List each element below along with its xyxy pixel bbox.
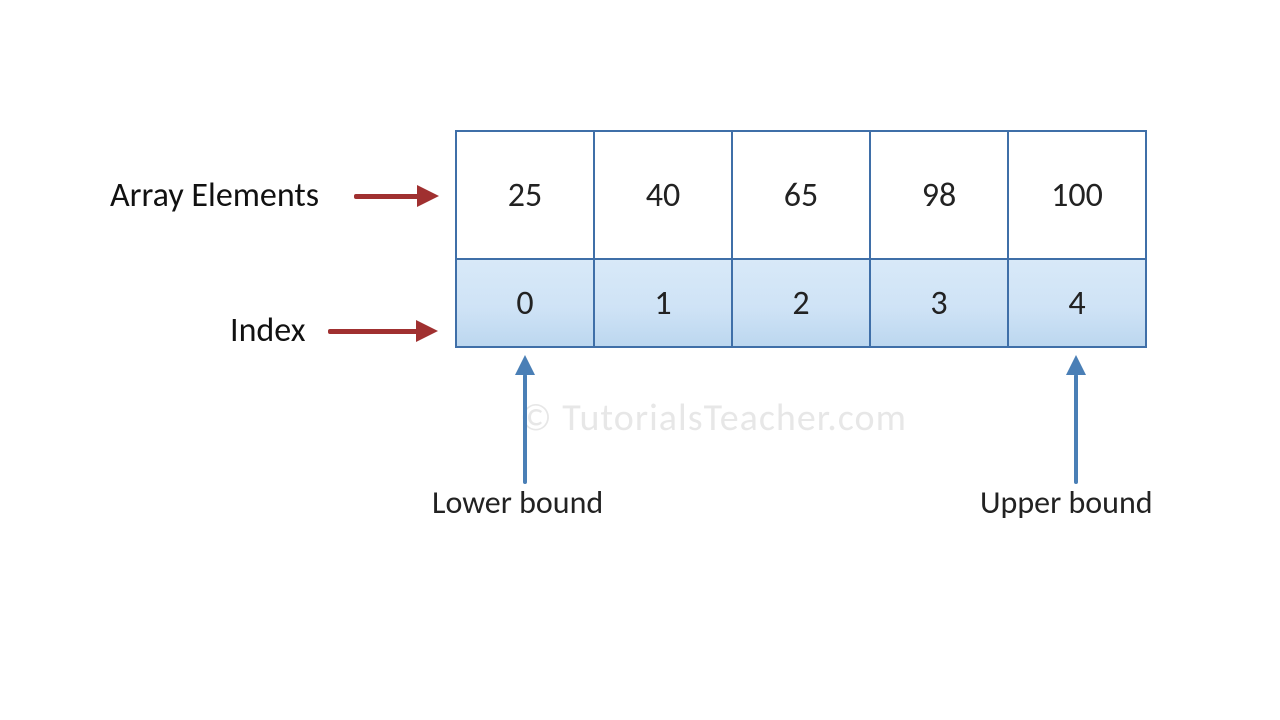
- element-cell: 65: [731, 130, 871, 260]
- index-cell: 3: [869, 258, 1009, 348]
- index-cell: 1: [593, 258, 733, 348]
- array-diagram: Array Elements Index 25 40 65 98 100 0 1…: [0, 0, 1280, 720]
- watermark-text: © TutorialsTeacher.com: [520, 395, 907, 441]
- array-table: 25 40 65 98 100 0 1 2 3 4: [455, 130, 1147, 348]
- element-cell: 40: [593, 130, 733, 260]
- element-cell: 25: [455, 130, 595, 260]
- element-cell: 98: [869, 130, 1009, 260]
- index-cell: 4: [1007, 258, 1147, 348]
- index-cell: 2: [731, 258, 871, 348]
- label-array-elements: Array Elements: [110, 175, 319, 216]
- label-lower-bound: Lower bound: [432, 483, 603, 522]
- index-cell: 0: [455, 258, 595, 348]
- label-upper-bound: Upper bound: [980, 483, 1153, 522]
- row-elements: 25 40 65 98 100: [455, 130, 1147, 260]
- element-cell: 100: [1007, 130, 1147, 260]
- label-index: Index: [230, 310, 305, 351]
- row-indices: 0 1 2 3 4: [455, 258, 1147, 348]
